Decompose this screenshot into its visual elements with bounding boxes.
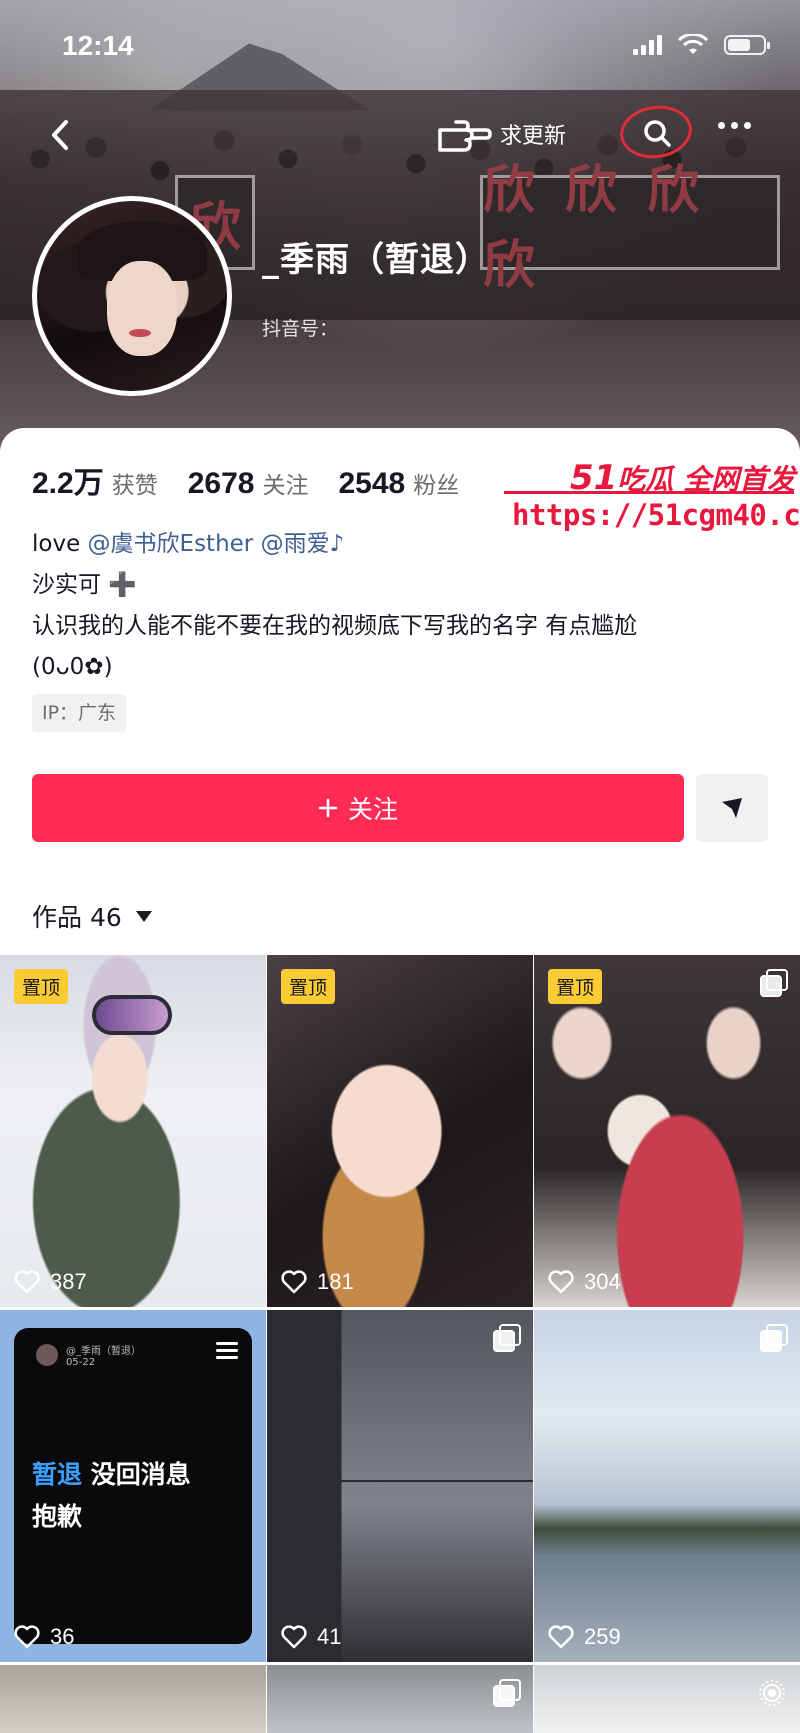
wifi-icon [678,34,708,54]
post-likes: 387 [14,1269,87,1295]
heart-icon [281,1270,307,1294]
stat-likes-label: 获赞 [111,473,158,499]
post-tile[interactable]: 259 [534,1310,800,1662]
pinned-badge: 置顶 [281,969,336,1004]
live-photo-icon [759,1680,785,1706]
status-icons [633,34,770,56]
post-tile[interactable]: 置顶 181 [267,955,533,1307]
menu-icon [216,1342,238,1363]
request-update-label: 求更新 [500,124,567,149]
multi-image-icon [760,1324,788,1352]
avatar[interactable] [32,196,232,396]
bio-line-1: love @虞书欣Esther @雨爱♪ [32,531,345,557]
post-tile[interactable] [0,1665,266,1733]
pinned-badge: 置顶 [14,969,69,1004]
multi-image-icon [760,969,788,997]
dot-icon [731,122,738,129]
mention-link[interactable]: @虞书欣Esther [88,531,254,557]
status-time: 12:14 [62,30,134,61]
post-tile[interactable]: 置顶 304 [534,955,800,1307]
profile-stats: 2.2万 获赞 2678 关注 2548 粉丝 [32,458,489,502]
bio-line-3: 认识我的人能不能不要在我的视频底下写我的名字 有点尴尬 [32,613,638,639]
multi-image-icon [493,1679,521,1707]
recommend-friends-button[interactable] [696,774,768,842]
stat-followers[interactable]: 2548 粉丝 [338,466,459,501]
pinned-badge: 置顶 [548,969,603,1004]
profile-bio: love @虞书欣Esther @雨爱♪ 沙实可 ➕ 认识我的人能不能不要在我的… [32,524,772,688]
stat-followers-value: 2548 [338,467,406,500]
post-likes: 259 [548,1624,621,1650]
post-likes: 181 [281,1269,354,1295]
post-tile[interactable]: 41 [267,1310,533,1662]
stat-following-value: 2678 [187,467,255,500]
request-update-button[interactable]: 求更新 [434,112,566,156]
follow-label: 关注 [347,795,398,824]
heart-icon [548,1270,574,1294]
watermark-line [504,491,794,494]
stat-likes[interactable]: 2.2万 获赞 [32,458,158,502]
signal-icon [633,35,662,55]
heart-icon [281,1625,307,1649]
bio-line-4: (0ᴗ0✿) [32,654,113,680]
stat-following[interactable]: 2678 关注 [188,466,309,501]
more-options-button[interactable] [718,122,751,129]
ip-location-tag: IP：广东 [32,694,127,732]
avatar [36,1344,58,1366]
chevron-left-icon [52,120,68,150]
works-label: 作品 46 [32,903,122,932]
post-tile[interactable] [534,1665,800,1733]
post-tile[interactable] [267,1665,533,1733]
mention-link[interactable]: @雨爱♪ [261,531,345,557]
heart-icon [14,1270,40,1294]
caret-down-icon [135,910,152,922]
battery-icon [724,35,770,55]
heart-icon [14,1625,40,1649]
post-text-card: @_季雨（暂退） 05-22 暂退 没回消息 抱歉 [14,1328,252,1644]
profile-douyin-id[interactable]: 抖音号： [262,314,338,341]
stat-likes-value: 2.2万 [32,467,104,500]
post-likes: 304 [548,1269,621,1295]
dot-icon [744,122,751,129]
post-tile[interactable]: @_季雨（暂退） 05-22 暂退 没回消息 抱歉 36 [0,1310,266,1662]
stat-following-label: 关注 [262,473,309,499]
tab-works[interactable]: 作品 46 [32,898,152,934]
search-icon [644,120,671,147]
post-likes: 36 [14,1624,74,1650]
stat-followers-label: 粉丝 [413,473,460,499]
search-button[interactable] [616,101,696,163]
posts-grid: 置顶 387 置顶 181 置顶 304 @_季雨（暂退） 05-22 暂退 没… [0,955,800,1733]
post-likes: 41 [281,1624,341,1650]
post-tile[interactable]: 置顶 387 [0,955,266,1307]
dot-icon [718,122,725,129]
multi-image-icon [493,1324,521,1352]
bio-line-2: 沙实可 ➕ [32,572,137,598]
pointing-hand-icon [438,120,492,152]
back-button[interactable] [42,110,82,160]
follow-button[interactable]: 关注 [32,774,684,842]
triangle-down-icon [722,798,742,818]
heart-icon [548,1625,574,1649]
profile-name: _季雨（暂退） [262,240,490,280]
plus-icon [318,798,338,818]
